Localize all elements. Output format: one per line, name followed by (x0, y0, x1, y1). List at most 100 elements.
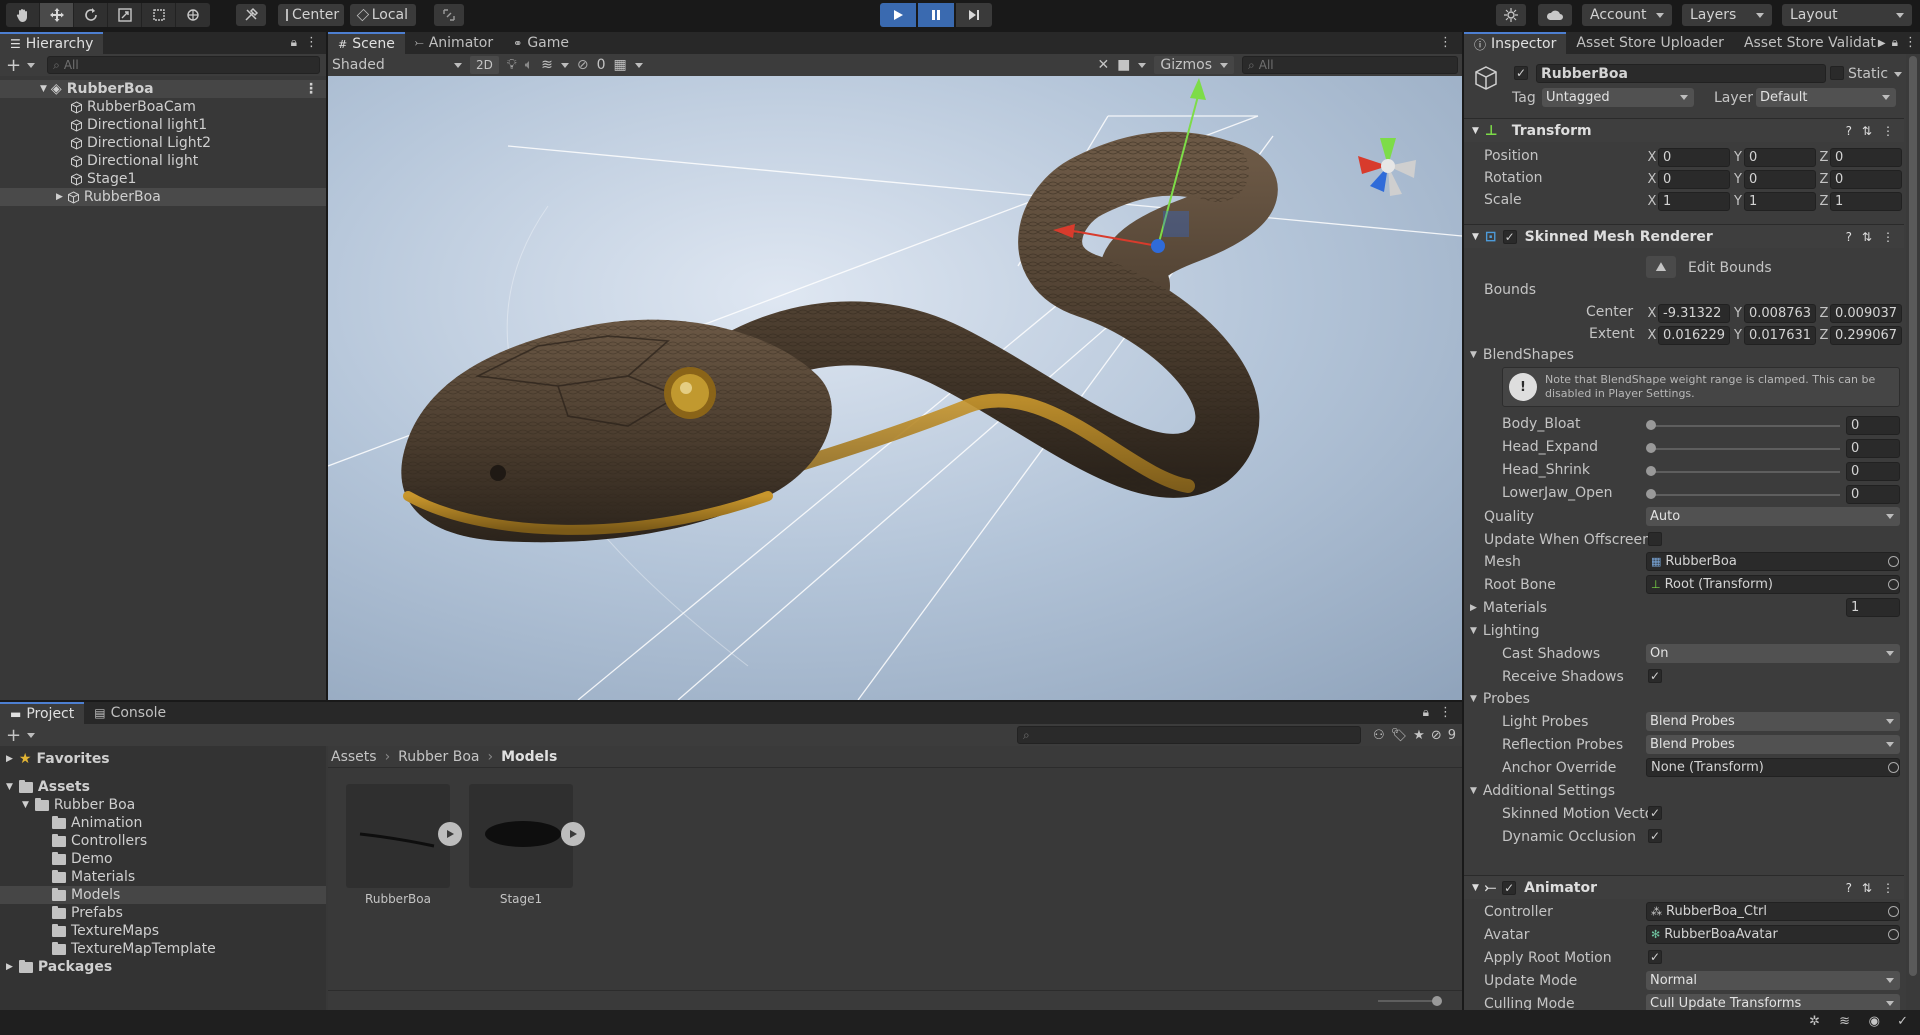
bounds-center-z-field[interactable]: 0.009037 (1830, 304, 1902, 323)
hierarchy-item[interactable]: Directional light1 (0, 116, 326, 134)
object-picker-icon[interactable] (1888, 762, 1899, 773)
component-actions-icon[interactable]: ?⇅⋮ (1846, 124, 1904, 138)
blendshape-value-field[interactable]: 0 (1846, 485, 1900, 504)
materials-foldout[interactable]: ▶ Materials (1470, 600, 1547, 616)
transform-scale-y-field[interactable]: 1 (1744, 192, 1816, 211)
anchor-override-field[interactable]: None (Transform) (1646, 758, 1900, 777)
transform-scale-x-field[interactable]: 1 (1658, 192, 1730, 211)
add-icon[interactable]: + (6, 725, 21, 746)
rect-tool-icon[interactable] (142, 3, 176, 27)
rotate-tool-icon[interactable] (74, 3, 108, 27)
layers-stack-icon[interactable]: ≋ (1839, 1014, 1850, 1029)
animator-header[interactable]: ▼ ⤚ ✓ Animator ?⇅⋮ (1464, 875, 1904, 899)
tab-console[interactable]: ▤ Console (84, 702, 176, 724)
blendshape-slider-knob[interactable] (1646, 466, 1656, 476)
tab-game[interactable]: ⚭ Game (503, 32, 579, 54)
animator-enabled-checkbox[interactable]: ✓ (1502, 880, 1517, 895)
layers-dropdown[interactable]: Layers (1682, 4, 1772, 26)
tools-icon[interactable]: ✕ (1097, 57, 1109, 73)
hidden-packages-icon[interactable]: ⊘ (1431, 728, 1442, 743)
shading-mode-dropdown[interactable]: Shaded (332, 57, 462, 73)
active-checkbox[interactable]: ✓ (1514, 66, 1528, 80)
blendshape-value-field[interactable]: 0 (1846, 439, 1900, 458)
object-picker-icon[interactable] (1888, 556, 1899, 567)
component-actions-icon[interactable]: ?⇅⋮ (1846, 230, 1904, 244)
search-by-type-icon[interactable]: ⚇ (1373, 728, 1385, 743)
static-dropdown[interactable]: Static (1848, 66, 1903, 82)
update-mode-dropdown[interactable]: Normal (1646, 971, 1900, 990)
controller-field[interactable]: ⁂ RubberBoa_Ctrl (1646, 902, 1900, 921)
cast-shadows-dropdown[interactable]: On (1646, 644, 1900, 663)
expand-play-icon[interactable] (438, 822, 462, 846)
scene-menu-icon[interactable]: ⋮ (304, 81, 318, 97)
services-icon[interactable] (1496, 4, 1526, 26)
bounds-center-x-field[interactable]: -9.31322 (1658, 304, 1730, 323)
reflection-probes-dropdown[interactable]: Blend Probes (1646, 735, 1900, 754)
project-folder-item[interactable]: TextureMaps (0, 922, 326, 940)
snap-icon[interactable] (434, 4, 464, 26)
static-checkbox[interactable] (1830, 66, 1844, 80)
expand-arrow-icon[interactable]: ▶ (56, 192, 63, 202)
tab-asset-store-validator[interactable]: Asset Store Validat (1734, 32, 1878, 54)
transform-position-z-field[interactable]: 0 (1830, 148, 1902, 167)
collab-icon[interactable]: ◉ (1869, 1014, 1880, 1029)
layout-dropdown[interactable]: Layout (1782, 4, 1912, 26)
move-tool-icon[interactable] (40, 3, 74, 27)
gizmos-dropdown[interactable]: Gizmos (1154, 56, 1234, 74)
object-picker-icon[interactable] (1888, 579, 1899, 590)
add-icon[interactable]: + (6, 55, 21, 76)
bounds-extent-x-field[interactable]: 0.016229 (1658, 326, 1730, 345)
blendshape-slider-knob[interactable] (1646, 489, 1656, 499)
check-circle-icon[interactable]: ✓ (1897, 1014, 1908, 1029)
breadcrumb-models[interactable]: Models (501, 749, 557, 765)
blendshape-slider[interactable] (1650, 448, 1840, 450)
mesh-field[interactable]: ▦ RubberBoa (1646, 552, 1900, 571)
receive-shadows-checkbox[interactable]: ✓ (1648, 669, 1662, 683)
blendshape-slider[interactable] (1650, 494, 1840, 496)
scrollbar-thumb[interactable] (1909, 56, 1917, 976)
grid-toggle-icon[interactable]: ▦ (613, 57, 626, 73)
tab-animator[interactable]: ⤚ Animator (405, 32, 503, 54)
bounds-extent-y-field[interactable]: 0.017631 (1744, 326, 1816, 345)
blendshape-slider-knob[interactable] (1646, 443, 1656, 453)
lock-icon[interactable]: 🔒︎ (1423, 705, 1429, 720)
transform-scale-z-field[interactable]: 1 (1830, 192, 1902, 211)
transform-rotation-z-field[interactable]: 0 (1830, 170, 1902, 189)
tab-scene[interactable]: # Scene (328, 32, 405, 54)
tab-project[interactable]: ▬ Project (0, 702, 85, 724)
avatar-field[interactable]: ✻ RubberBoaAvatar (1646, 925, 1900, 944)
breadcrumb-assets[interactable]: Assets (331, 749, 377, 765)
layer-dropdown[interactable]: Default (1756, 88, 1896, 107)
asset-stage1[interactable]: Stage1 (469, 784, 585, 906)
debug-icon[interactable]: ✲ (1809, 1014, 1820, 1029)
inspector-scrollbar[interactable] (1906, 54, 1920, 1010)
scene-viewport[interactable] (328, 76, 1462, 700)
edit-bounds-button[interactable]: ⛰︎ (1646, 256, 1676, 278)
more-menu-icon[interactable]: ⋮ (1904, 35, 1917, 50)
project-folder-item[interactable]: Controllers (0, 832, 326, 850)
blendshape-value-field[interactable]: 0 (1846, 416, 1900, 435)
zoom-slider[interactable] (1378, 1000, 1438, 1002)
materials-count-field[interactable]: 1 (1846, 598, 1900, 617)
skinned-motion-checkbox[interactable]: ✓ (1648, 806, 1662, 820)
pause-button[interactable] (918, 3, 954, 27)
hierarchy-item[interactable]: Stage1 (0, 170, 326, 188)
expand-play-icon[interactable] (561, 822, 585, 846)
transform-rotation-x-field[interactable]: 0 (1658, 170, 1730, 189)
effects-icon[interactable]: ≋ (541, 57, 553, 73)
custom-tools-icon[interactable] (236, 4, 266, 26)
quality-dropdown[interactable]: Auto (1646, 507, 1900, 526)
scale-tool-icon[interactable] (108, 3, 142, 27)
blendshape-slider[interactable] (1650, 425, 1840, 427)
more-menu-icon[interactable]: ⋮ (1439, 705, 1452, 720)
tag-dropdown[interactable]: Untagged (1542, 88, 1694, 107)
rubber-boa-folder[interactable]: ▼ Rubber Boa (0, 796, 326, 814)
project-folder-item[interactable]: Demo (0, 850, 326, 868)
smr-header[interactable]: ▼ ⊡ ✓ Skinned Mesh Renderer ?⇅⋮ (1464, 224, 1904, 248)
lighting-toggle-icon[interactable]: 💡︎ (507, 57, 517, 73)
project-search-input[interactable]: ⌕ (1016, 726, 1361, 744)
assets-item[interactable]: ▼ Assets (0, 778, 326, 796)
project-folder-item[interactable]: Materials (0, 868, 326, 886)
bounds-extent-z-field[interactable]: 0.299067 (1830, 326, 1902, 345)
blendshape-slider[interactable] (1650, 471, 1840, 473)
